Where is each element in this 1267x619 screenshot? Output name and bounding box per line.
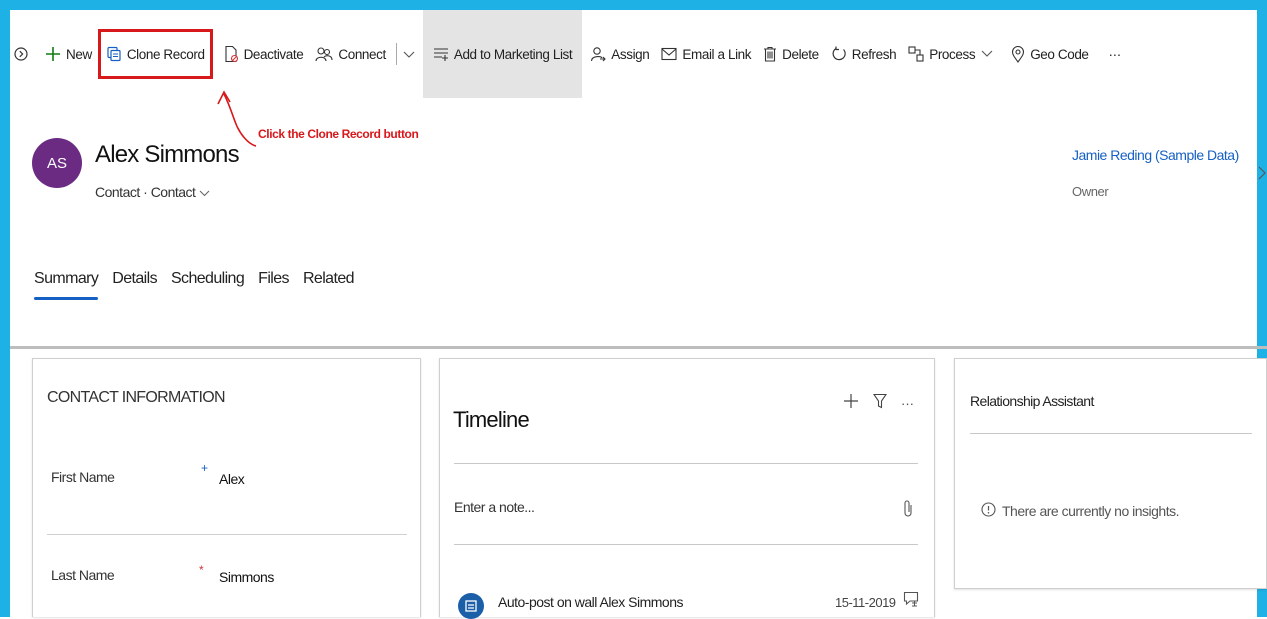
empty-state: There are currently no insights.: [981, 502, 1179, 520]
relationship-assistant-title: Relationship Assistant: [970, 393, 1094, 409]
clone-record-button[interactable]: Clone Record: [97, 29, 213, 79]
filter-icon[interactable]: [872, 393, 888, 414]
delete-button[interactable]: Delete: [757, 10, 825, 98]
record-type-label: Contact · Contact: [95, 184, 196, 200]
expand-nav-button[interactable]: [10, 10, 39, 98]
first-name-field[interactable]: Alex: [219, 471, 245, 487]
comment-icon[interactable]: [903, 591, 919, 614]
chevron-down-icon: [403, 47, 415, 62]
command-bar: New Clone Record Deactivate Connect Add …: [10, 10, 1257, 98]
trash-icon: [763, 46, 777, 62]
chevron-circle-icon: [14, 47, 28, 61]
toolbar-separator: [395, 43, 397, 65]
geo-code-label: Geo Code: [1030, 46, 1089, 62]
post-icon: [458, 593, 484, 619]
timeline-post-title[interactable]: Auto-post on wall Alex Simmons: [498, 594, 683, 610]
deactivate-label: Deactivate: [243, 46, 304, 62]
connect-label: Connect: [338, 46, 386, 62]
refresh-button[interactable]: Refresh: [825, 10, 902, 98]
chevron-down-icon: [199, 184, 210, 200]
tab-summary[interactable]: Summary: [34, 270, 99, 300]
email-link-icon: [661, 47, 677, 61]
assign-button[interactable]: Assign: [584, 10, 655, 98]
field-divider: [47, 534, 407, 535]
tab-details[interactable]: Details: [112, 270, 157, 300]
tab-files[interactable]: Files: [258, 270, 289, 300]
relationship-assistant-panel: Relationship Assistant There are current…: [954, 358, 1267, 589]
owner-label: Owner: [1072, 184, 1109, 199]
list-add-icon: [433, 46, 449, 62]
add-to-marketing-list-label: Add to Marketing List: [453, 46, 573, 62]
relationship-divider: [970, 433, 1252, 434]
connect-icon: [315, 46, 333, 62]
timeline-title: Timeline: [453, 407, 530, 432]
tab-scheduling[interactable]: Scheduling: [171, 270, 245, 300]
deactivate-icon: [223, 45, 239, 63]
timeline-actions: ···: [843, 393, 914, 414]
email-a-link-label: Email a Link: [682, 46, 752, 62]
email-a-link-button[interactable]: Email a Link: [655, 10, 757, 98]
add-to-marketing-list-button[interactable]: Add to Marketing List: [422, 10, 583, 98]
timeline-panel: Timeline ··· Auto-post on wall Alex Simm…: [439, 358, 935, 619]
more-icon[interactable]: ···: [901, 396, 914, 411]
annotation-text: Click the Clone Record button: [258, 127, 419, 141]
geo-code-button[interactable]: Geo Code: [1005, 10, 1094, 98]
clone-record-label: Clone Record: [126, 46, 205, 62]
contact-information-panel: CONTACT INFORMATION First Name + Alex La…: [32, 358, 421, 617]
timeline-divider: [454, 463, 918, 464]
header-divider: [10, 346, 1267, 349]
more-commands-button[interactable]: ···: [1103, 10, 1127, 98]
note-input[interactable]: [454, 499, 884, 515]
location-pin-icon: [1011, 45, 1025, 63]
header-expand-chevron-icon[interactable]: [1258, 166, 1266, 183]
required-marker: *: [199, 563, 204, 577]
info-icon: [981, 502, 996, 520]
record-name: Alex Simmons: [95, 141, 240, 168]
clone-icon: [106, 46, 122, 62]
timeline-post-date: 15-11-2019: [835, 595, 896, 610]
connect-button[interactable]: Connect: [309, 10, 391, 98]
last-name-label: Last Name: [51, 567, 115, 583]
connect-dropdown-button[interactable]: [401, 10, 423, 98]
section-title: CONTACT INFORMATION: [47, 389, 226, 406]
empty-state-text: There are currently no insights.: [1002, 503, 1179, 519]
form-tabs: Summary Details Scheduling Files Related: [34, 270, 355, 300]
avatar: AS: [32, 138, 82, 188]
process-label: Process: [929, 46, 976, 62]
assign-icon: [590, 46, 607, 62]
refresh-icon: [831, 46, 847, 62]
new-button[interactable]: New: [39, 10, 98, 98]
new-label: New: [66, 46, 92, 62]
chevron-down-icon: [981, 47, 993, 61]
recommended-marker: +: [201, 461, 209, 475]
attachment-icon[interactable]: [903, 499, 913, 524]
more-icon: ···: [1108, 46, 1122, 62]
add-icon[interactable]: [843, 393, 859, 414]
process-icon: [908, 46, 924, 62]
last-name-field[interactable]: Simmons: [219, 569, 274, 585]
assign-label: Assign: [611, 46, 650, 62]
owner-link[interactable]: Jamie Reding (Sample Data): [1072, 147, 1239, 163]
process-button[interactable]: Process: [902, 10, 999, 98]
plus-icon: [45, 46, 61, 62]
tab-related[interactable]: Related: [303, 270, 355, 300]
delete-label: Delete: [782, 46, 819, 62]
first-name-label: First Name: [51, 469, 115, 485]
refresh-label: Refresh: [851, 46, 897, 62]
timeline-divider: [454, 544, 918, 545]
record-type-selector[interactable]: Contact · Contact: [95, 184, 210, 200]
